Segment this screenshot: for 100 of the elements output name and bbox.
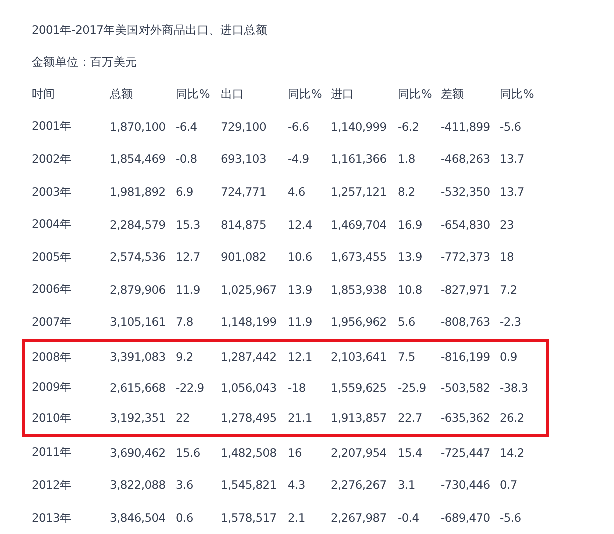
table-cell-text: 2009年 <box>32 380 73 396</box>
table-cell-text: -503,582 <box>441 380 492 395</box>
table-cell-text: 2,267,987 <box>331 511 388 526</box>
page-title: 2001年-2017年美国对外商品出口、进口总额 <box>32 22 268 38</box>
table-cell-text: 0.7 <box>500 478 518 492</box>
table-cell-text: 4.3 <box>288 478 306 492</box>
table-cell-text: 3,846,504 <box>110 511 167 526</box>
table-cell-text: 1,148,199 <box>221 315 278 330</box>
table-cell-text: -0.4 <box>398 511 420 526</box>
table-cell-text: 1,056,043 <box>221 380 278 395</box>
table-cell-text: 7.2 <box>500 282 518 297</box>
table-cell-text: 10.6 <box>288 250 314 264</box>
table-cell-text: 22.7 <box>398 411 424 426</box>
table-cell-text: 2001年 <box>32 119 73 134</box>
column-header: 同比% <box>288 86 324 102</box>
table-cell-text: -532,350 <box>441 185 492 200</box>
table-cell-text: -468,263 <box>441 152 492 166</box>
table-cell-text: 14.2 <box>500 446 526 460</box>
table-cell-text: 2003年 <box>32 184 73 200</box>
table-cell-text: -5.6 <box>500 120 522 134</box>
table-cell-text: 22 <box>176 411 192 426</box>
table-cell-text: -22.9 <box>176 380 206 395</box>
column-header: 时间 <box>32 86 56 102</box>
column-header: 同比% <box>398 86 434 102</box>
table-cell-text: 3.6 <box>176 478 194 492</box>
table-cell-text: 2010年 <box>32 410 73 426</box>
table-cell-text: 1,140,999 <box>331 120 388 134</box>
table-cell-text: 724,771 <box>221 185 268 200</box>
table-cell-text: 21.1 <box>288 411 314 426</box>
table-cell-text: -0.8 <box>176 152 198 166</box>
table-cell-text: 1,853,938 <box>331 282 388 297</box>
table-cell-text: -6.4 <box>176 120 198 134</box>
table-cell-text: -6.2 <box>398 120 420 134</box>
table-cell-text: -4.9 <box>288 152 310 166</box>
table-cell-text: 2,276,267 <box>331 478 388 492</box>
table-cell-text: 0.6 <box>176 511 194 526</box>
table-cell-text: 4.6 <box>288 185 306 200</box>
table-cell-text: 2007年 <box>32 314 73 330</box>
table-cell-text: -635,362 <box>441 411 492 426</box>
table-cell-text: -654,830 <box>441 218 492 232</box>
table-cell-text: 2008年 <box>32 350 73 365</box>
table-cell-text: 2.1 <box>288 511 306 526</box>
table-cell-text: 3,690,462 <box>110 446 167 460</box>
table-cell-text: 2,879,906 <box>110 282 167 297</box>
table-cell-text: 15.3 <box>176 218 202 232</box>
table-cell-text: -411,899 <box>441 120 492 134</box>
table-cell-text: 23 <box>500 218 516 232</box>
table-cell-text: 13.9 <box>288 282 314 297</box>
table-cell-text: 729,100 <box>221 120 268 134</box>
table-cell-text: -725,447 <box>441 446 492 460</box>
table-cell-text: 2,103,641 <box>331 350 388 364</box>
unit-note: 金额单位：百万美元 <box>32 54 138 70</box>
column-header: 差额 <box>441 86 466 102</box>
table-cell-text: -25.9 <box>398 380 428 395</box>
table-cell-text: 12.7 <box>176 250 202 264</box>
table-cell-text: 1,482,508 <box>221 446 278 460</box>
table-cell-text: 1,956,962 <box>331 315 388 330</box>
table-cell-text: -689,470 <box>441 511 492 526</box>
table-cell-text: 1,545,821 <box>221 478 278 492</box>
table-cell-text: 1,673,455 <box>331 250 388 264</box>
table-cell-text: 8.2 <box>398 185 416 200</box>
table-cell-text: 12.1 <box>288 350 314 364</box>
table-cell-text: -2.3 <box>500 315 522 330</box>
table-cell-text: 3,192,351 <box>110 411 167 426</box>
table-cell-text: 15.6 <box>176 446 202 460</box>
table-cell-text: -808,763 <box>441 315 492 330</box>
table-cell-text: 3,105,161 <box>110 315 167 330</box>
column-header: 同比% <box>176 86 212 102</box>
table-cell-text: 1,870,100 <box>110 120 167 134</box>
table-cell-text: -816,199 <box>441 350 492 364</box>
table-cell-text: 1,578,517 <box>221 511 278 526</box>
table-cell-text: 18 <box>500 250 516 264</box>
table-cell-text: 2,207,954 <box>331 446 388 460</box>
table-cell-text: 1.8 <box>398 152 416 166</box>
table-cell-text: 814,875 <box>221 218 268 232</box>
table-cell-text: 26.2 <box>500 411 526 426</box>
table-cell-text: -18 <box>288 380 307 395</box>
table-cell-text: 13.9 <box>398 250 424 264</box>
table-cell-text: 10.8 <box>398 282 424 297</box>
table-cell-text: 1,278,495 <box>221 411 278 426</box>
table-cell-text: -730,446 <box>441 478 492 492</box>
table-cell-text: 1,025,967 <box>221 282 278 297</box>
table-cell-text: 693,103 <box>221 152 268 166</box>
table-cell-text: 16 <box>288 446 304 460</box>
table-cell-text: 6.9 <box>176 185 194 200</box>
table-cell-text: -5.6 <box>500 511 522 526</box>
table-cell-text: 2,574,536 <box>110 250 167 264</box>
table-cell-text: 1,469,704 <box>331 218 388 232</box>
table-cell-text: 2013年 <box>32 510 73 526</box>
table-cell-text: 16.9 <box>398 218 424 232</box>
table-cell-text: 7.8 <box>176 315 194 330</box>
table-cell-text: 2006年 <box>32 282 73 298</box>
table-cell-text: -827,971 <box>441 282 492 297</box>
table-cell-text: 7.5 <box>398 350 416 364</box>
table-cell-text: -6.6 <box>288 120 310 134</box>
table-cell-text: 2,615,668 <box>110 380 167 395</box>
table-cell-text: 0.9 <box>500 350 518 364</box>
table-cell-text: 1,257,121 <box>331 185 388 200</box>
column-header: 同比% <box>500 86 536 102</box>
table-cell-text: 13.7 <box>500 152 526 166</box>
